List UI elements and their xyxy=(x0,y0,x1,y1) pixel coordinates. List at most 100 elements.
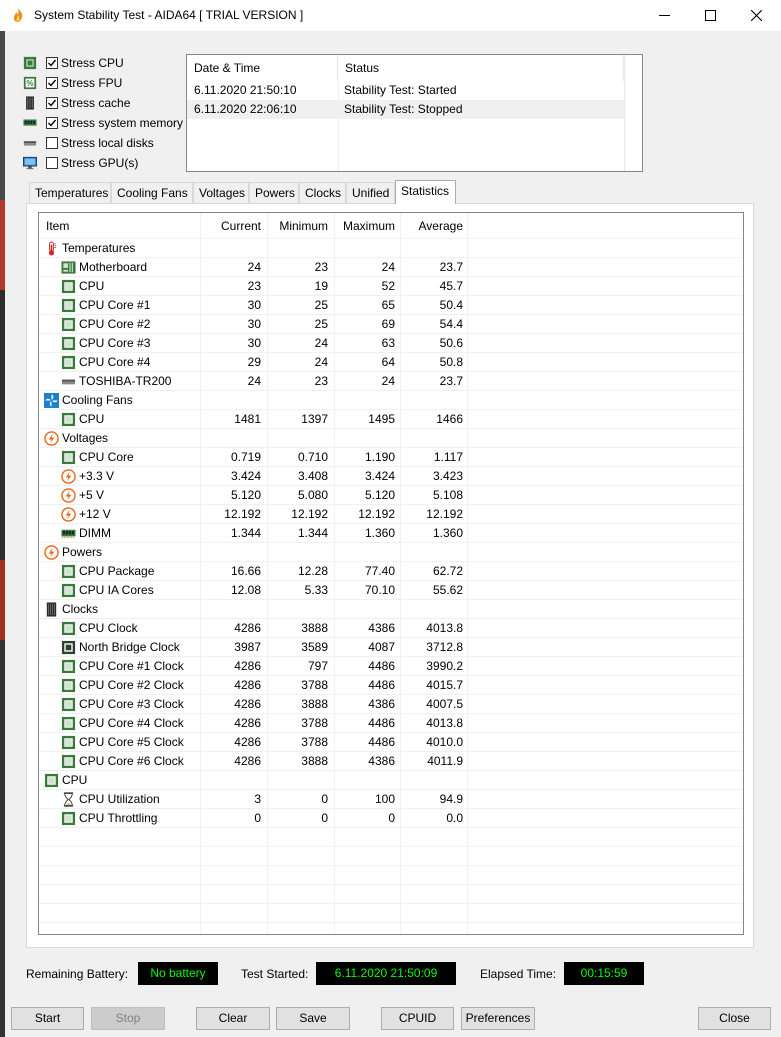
table-row[interactable]: CPU Core #1 30 25 65 50.4 xyxy=(39,296,743,315)
average-value: 55.62 xyxy=(432,583,463,597)
tab-powers[interactable]: Powers xyxy=(249,182,299,203)
checkbox-unchecked[interactable] xyxy=(46,157,58,169)
grid-row-line xyxy=(39,922,743,923)
minimum-value: 5.080 xyxy=(297,488,328,502)
checkbox-unchecked[interactable] xyxy=(46,137,58,149)
table-row[interactable]: CPU Core 0.719 0.710 1.190 1.117 xyxy=(39,448,743,467)
table-row[interactable]: +5 V 5.120 5.080 5.120 5.108 xyxy=(39,486,743,505)
group-label: Temperatures xyxy=(62,241,136,255)
log-row[interactable]: 6.11.2020 22:06:10 Stability Test: Stoppe… xyxy=(187,100,624,119)
minimize-button[interactable] xyxy=(641,0,687,31)
average-value: 50.6 xyxy=(439,336,463,350)
log-header-datetime[interactable]: Date & Time xyxy=(187,55,338,81)
motherboard-icon xyxy=(61,260,76,275)
average-value: 54.4 xyxy=(439,317,463,331)
group-row[interactable]: CPU xyxy=(39,771,743,790)
stress-option-stress-local-disks[interactable]: Stress local disks xyxy=(22,134,154,152)
table-row[interactable]: CPU Core #2 30 25 69 54.4 xyxy=(39,315,743,334)
save-button[interactable]: Save xyxy=(276,1007,350,1030)
table-row[interactable]: CPU Core #6 Clock 4286 3888 4386 4011.9 xyxy=(39,752,743,771)
table-row[interactable]: CPU Core #1 Clock 4286 797 4486 3990.2 xyxy=(39,657,743,676)
group-row[interactable]: Temperatures xyxy=(39,239,743,258)
close-window-button[interactable] xyxy=(733,0,779,31)
checkbox-checked[interactable] xyxy=(46,97,58,109)
start-button[interactable]: Start xyxy=(11,1007,84,1030)
table-row[interactable]: +3.3 V 3.424 3.408 3.424 3.423 xyxy=(39,467,743,486)
chip-icon xyxy=(61,412,76,427)
table-row[interactable]: CPU Throttling 0 0 0 0.0 xyxy=(39,809,743,828)
stress-option-stress-cpu[interactable]: Stress CPU xyxy=(22,54,124,72)
table-row[interactable]: CPU IA Cores 12.08 5.33 70.10 55.62 xyxy=(39,581,743,600)
checkbox-checked[interactable] xyxy=(46,117,58,129)
item-label: CPU Core #4 Clock xyxy=(79,716,184,730)
minimum-value: 3788 xyxy=(301,716,328,730)
tab-statistics[interactable]: Statistics xyxy=(395,180,456,204)
table-row[interactable]: CPU Core #3 30 24 63 50.6 xyxy=(39,334,743,353)
table-row[interactable]: North Bridge Clock 3987 3589 4087 3712.8 xyxy=(39,638,743,657)
stress-option-stress-system-memory[interactable]: Stress system memory xyxy=(22,114,183,132)
statistics-grid[interactable]: Item Current Minimum Maximum Average Tem… xyxy=(38,212,744,935)
checkbox-checked[interactable] xyxy=(46,77,58,89)
cpuid-button[interactable]: CPUID xyxy=(381,1007,454,1030)
table-row[interactable]: DIMM 1.344 1.344 1.360 1.360 xyxy=(39,524,743,543)
tab-voltages[interactable]: Voltages xyxy=(193,182,249,203)
item-label: DIMM xyxy=(79,526,111,540)
stress-option-stress-fpu[interactable]: % Stress FPU xyxy=(22,74,122,92)
tab-clocks[interactable]: Clocks xyxy=(299,182,346,203)
title-bar[interactable]: System Stability Test - AIDA64 [ TRIAL V… xyxy=(0,0,781,31)
checkbox-checked[interactable] xyxy=(46,57,58,69)
current-value: 4286 xyxy=(234,621,261,635)
group-row[interactable]: Powers xyxy=(39,543,743,562)
group-row[interactable]: Voltages xyxy=(39,429,743,448)
bolt-icon xyxy=(61,469,76,484)
minimum-value: 12.28 xyxy=(297,564,328,578)
group-row[interactable]: Cooling Fans xyxy=(39,391,743,410)
table-row[interactable]: CPU Core #4 29 24 64 50.8 xyxy=(39,353,743,372)
maximum-value: 4486 xyxy=(368,678,395,692)
close-button[interactable]: Close xyxy=(698,1007,771,1030)
table-row[interactable]: CPU Core #3 Clock 4286 3888 4386 4007.5 xyxy=(39,695,743,714)
average-value: 50.4 xyxy=(439,298,463,312)
chip-icon xyxy=(61,298,76,313)
stress-option-stress-cache[interactable]: Stress cache xyxy=(22,94,130,112)
table-row[interactable]: CPU 1481 1397 1495 1466 xyxy=(39,410,743,429)
table-row[interactable]: CPU Clock 4286 3888 4386 4013.8 xyxy=(39,619,743,638)
table-row[interactable]: CPU Core #2 Clock 4286 3788 4486 4015.7 xyxy=(39,676,743,695)
table-row[interactable]: CPU Core #5 Clock 4286 3788 4486 4010.0 xyxy=(39,733,743,752)
table-row[interactable]: CPU Utilization 3 0 100 94.9 xyxy=(39,790,743,809)
tab-unified[interactable]: Unified xyxy=(346,182,395,203)
average-value: 3712.8 xyxy=(426,640,463,654)
log-status: Stability Test: Stopped xyxy=(344,102,463,116)
test-log-list[interactable]: Date & Time Status 6.11.2020 21:50:10 Sta… xyxy=(186,54,643,172)
stress-option-stress-gpu-s[interactable]: Stress GPU(s) xyxy=(22,154,138,172)
grid-row-line xyxy=(39,884,743,885)
table-row[interactable]: CPU 23 19 52 45.7 xyxy=(39,277,743,296)
test-started-value: 6.11.2020 21:50:09 xyxy=(316,962,456,985)
item-label: CPU Core #5 Clock xyxy=(79,735,184,749)
preferences-button[interactable]: Preferences xyxy=(461,1007,535,1030)
stop-button[interactable]: Stop xyxy=(91,1007,165,1030)
column-header-minimum[interactable]: Minimum xyxy=(268,213,328,239)
log-header-status[interactable]: Status xyxy=(338,55,624,81)
maximum-value: 4386 xyxy=(368,754,395,768)
table-row[interactable]: +12 V 12.192 12.192 12.192 12.192 xyxy=(39,505,743,524)
hourglass-icon xyxy=(61,792,76,807)
log-row[interactable]: 6.11.2020 21:50:10 Stability Test: Starte… xyxy=(187,81,624,100)
column-header-current[interactable]: Current xyxy=(201,213,261,239)
column-header-item[interactable]: Item xyxy=(46,213,69,239)
table-row[interactable]: TOSHIBA-TR200 24 23 24 23.7 xyxy=(39,372,743,391)
tab-cooling-fans[interactable]: Cooling Fans xyxy=(111,182,193,203)
chip-icon xyxy=(61,678,76,693)
clear-button[interactable]: Clear xyxy=(196,1007,270,1030)
column-header-maximum[interactable]: Maximum xyxy=(334,213,395,239)
table-row[interactable]: CPU Package 16.66 12.28 77.40 62.72 xyxy=(39,562,743,581)
tab-temperatures[interactable]: Temperatures xyxy=(29,182,111,203)
maximize-button[interactable] xyxy=(687,0,733,31)
table-row[interactable]: Motherboard 24 23 24 23.7 xyxy=(39,258,743,277)
table-row[interactable]: CPU Core #4 Clock 4286 3788 4486 4013.8 xyxy=(39,714,743,733)
group-row[interactable]: Clocks xyxy=(39,600,743,619)
current-value: 3987 xyxy=(234,640,261,654)
item-label: CPU Core #2 Clock xyxy=(79,678,184,692)
item-label: CPU Core #6 Clock xyxy=(79,754,184,768)
column-header-average[interactable]: Average xyxy=(401,213,463,239)
